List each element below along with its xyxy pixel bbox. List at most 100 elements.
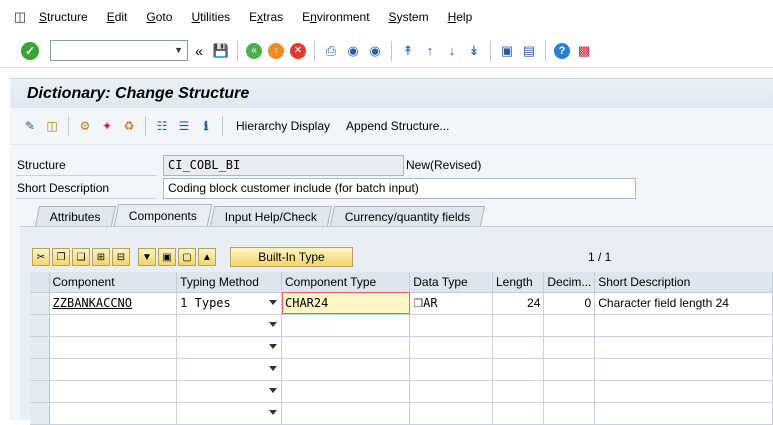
menu-goto[interactable]: Goto: [146, 10, 172, 24]
data-type-cell[interactable]: ❐AR: [409, 292, 493, 315]
component-cell[interactable]: [49, 380, 178, 403]
find-icon[interactable]: ◉: [344, 42, 362, 60]
column-header[interactable]: Short Description: [594, 272, 773, 293]
enter-check-icon[interactable]: ✓: [21, 41, 39, 60]
menu-structure[interactable]: Structure: [39, 10, 88, 24]
dropdown-arrow-icon[interactable]: [269, 321, 277, 327]
component-name[interactable]: ZZBANKACCNO: [53, 296, 132, 310]
menu-help[interactable]: Help: [448, 10, 473, 24]
data-type-cell[interactable]: [409, 336, 493, 359]
decimals-cell[interactable]: [543, 314, 596, 337]
column-header[interactable]: Component Type: [281, 272, 411, 293]
short-description-cell[interactable]: [594, 358, 773, 381]
copy-icon[interactable]: ❐: [52, 248, 70, 266]
typing-method-cell[interactable]: 1 Types: [176, 292, 282, 315]
sap-menu-icon[interactable]: ◫: [11, 9, 29, 24]
shortcut-icon[interactable]: ▤: [520, 42, 538, 60]
length-cell[interactable]: [492, 380, 545, 403]
row-selector[interactable]: [30, 358, 50, 381]
filter-icon[interactable]: ▼: [138, 248, 156, 266]
typing-method-cell[interactable]: [176, 314, 282, 337]
decimals-cell[interactable]: 0: [543, 292, 596, 315]
where-used-icon[interactable]: ☷: [153, 117, 171, 135]
row-selector[interactable]: [30, 292, 50, 315]
short-description-cell[interactable]: [594, 402, 773, 425]
paste-icon[interactable]: ❑: [72, 248, 90, 266]
dropdown-arrow-icon[interactable]: [269, 343, 277, 349]
column-header[interactable]: Typing Method: [176, 272, 282, 293]
help-icon[interactable]: ?: [553, 42, 571, 60]
typing-method-cell[interactable]: [176, 402, 282, 425]
test-icon[interactable]: ♻: [120, 117, 138, 135]
component-cell[interactable]: [49, 314, 178, 337]
column-header[interactable]: Component: [49, 272, 178, 293]
component-type-cell[interactable]: [281, 380, 411, 403]
typing-method-cell[interactable]: [176, 380, 282, 403]
row-selector[interactable]: [30, 380, 50, 403]
chevron-down-icon[interactable]: ▼: [174, 45, 183, 55]
menu-edit[interactable]: Edit: [107, 10, 128, 24]
find-next-icon[interactable]: ◉: [366, 42, 384, 60]
menu-system[interactable]: System: [389, 10, 429, 24]
check-object-icon[interactable]: ⚙: [76, 117, 94, 135]
decimals-cell[interactable]: [543, 358, 596, 381]
component-cell[interactable]: [49, 336, 178, 359]
row-selector[interactable]: [30, 402, 50, 425]
short-description-cell[interactable]: [594, 336, 773, 359]
data-type-cell[interactable]: [409, 402, 493, 425]
first-page-icon[interactable]: ↟: [399, 42, 417, 60]
component-type-cell[interactable]: [281, 336, 411, 359]
dropdown-arrow-icon[interactable]: [269, 387, 277, 393]
row-selector[interactable]: [30, 314, 50, 337]
select-all-column-header[interactable]: [30, 272, 50, 293]
select-all-icon[interactable]: ▣: [158, 248, 176, 266]
delete-row-icon[interactable]: ⊟: [112, 248, 130, 266]
length-cell[interactable]: [492, 358, 545, 381]
data-type-cell[interactable]: [409, 314, 493, 337]
component-cell[interactable]: [49, 358, 178, 381]
activate-icon[interactable]: ✦: [98, 117, 116, 135]
short-description-cell[interactable]: [594, 380, 773, 403]
collapse-icon[interactable]: «: [190, 42, 208, 60]
column-header[interactable]: Decim...: [543, 272, 596, 293]
object-list-icon[interactable]: ☰: [175, 117, 193, 135]
row-selector[interactable]: [30, 336, 50, 359]
data-type-cell[interactable]: [409, 358, 493, 381]
cancel-icon[interactable]: ✕: [289, 42, 307, 60]
length-cell[interactable]: 24: [492, 292, 545, 315]
tab-attributes[interactable]: Attributes: [34, 206, 116, 226]
dropdown-arrow-icon[interactable]: [269, 409, 277, 415]
component-type-cell[interactable]: [281, 402, 411, 425]
back-icon[interactable]: «: [245, 42, 263, 60]
tab-input-help-check[interactable]: Input Help/Check: [209, 206, 332, 226]
info-icon[interactable]: ℹ: [197, 117, 215, 135]
last-page-icon[interactable]: ↡: [465, 42, 483, 60]
dropdown-arrow-icon[interactable]: [269, 299, 277, 305]
previous-page-icon[interactable]: ↑: [421, 42, 439, 60]
component-cell[interactable]: [49, 402, 178, 425]
menu-utilities[interactable]: Utilities: [191, 10, 230, 24]
length-cell[interactable]: [492, 314, 545, 337]
scroll-up-icon[interactable]: ▲: [198, 248, 216, 266]
decimals-cell[interactable]: [543, 380, 596, 403]
data-type-cell[interactable]: [409, 380, 493, 403]
other-object-icon[interactable]: ◫: [43, 117, 61, 135]
insert-row-icon[interactable]: ⊞: [92, 248, 110, 266]
command-field[interactable]: ▼: [50, 40, 188, 61]
dropdown-arrow-icon[interactable]: [269, 365, 277, 371]
component-type-cell[interactable]: [281, 358, 411, 381]
decimals-cell[interactable]: [543, 402, 596, 425]
short-description-cell[interactable]: [594, 314, 773, 337]
menu-environment[interactable]: Environment: [302, 10, 369, 24]
short-description-cell[interactable]: Character field length 24: [594, 292, 773, 315]
deselect-all-icon[interactable]: ▢: [178, 248, 196, 266]
menu-extras[interactable]: Extras: [249, 10, 283, 24]
decimals-cell[interactable]: [543, 336, 596, 359]
typing-method-cell[interactable]: [176, 358, 282, 381]
short-description-field[interactable]: Coding block customer include (for batch…: [163, 178, 636, 199]
column-header[interactable]: Data Type: [409, 272, 493, 293]
component-cell[interactable]: ZZBANKACCNO: [49, 292, 178, 315]
customize-layout-icon[interactable]: ▩: [575, 42, 593, 60]
typing-method-cell[interactable]: [176, 336, 282, 359]
component-type-cell[interactable]: [281, 314, 411, 337]
